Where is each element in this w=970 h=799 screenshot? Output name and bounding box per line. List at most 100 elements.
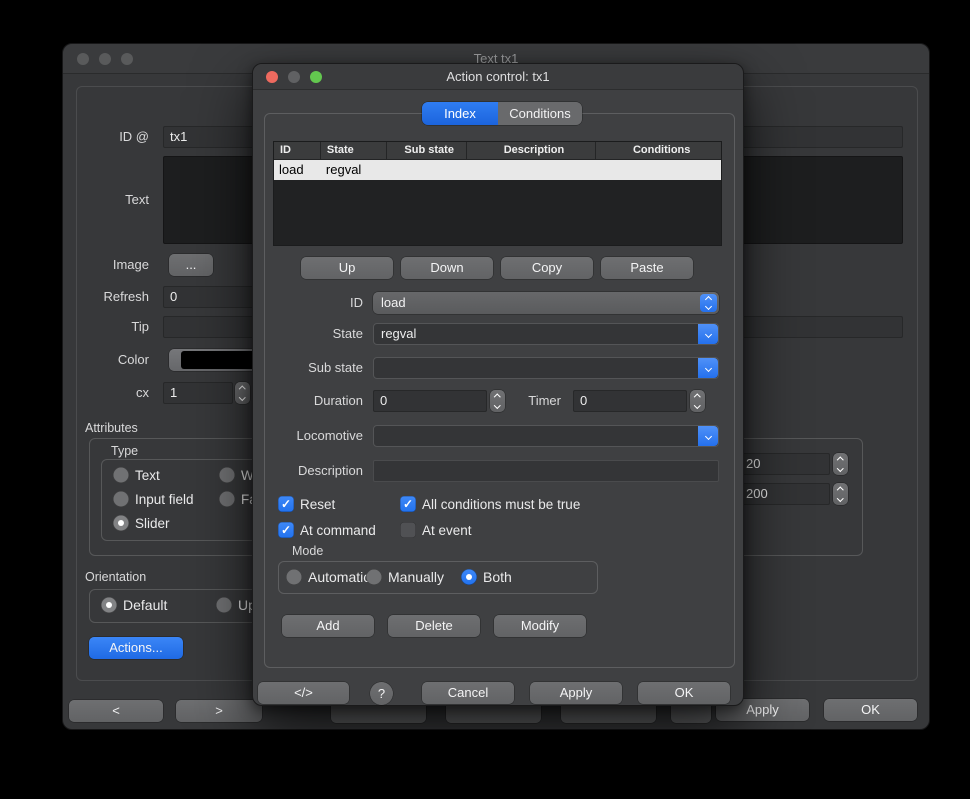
apply-button[interactable]: Apply — [530, 682, 622, 704]
radio-mode-both-label: Both — [483, 569, 512, 586]
radio-type-slider[interactable] — [113, 515, 129, 531]
checkbox-all-conditions-label: All conditions must be true — [422, 496, 580, 513]
checkbox-at-command[interactable]: ✓ — [278, 522, 294, 538]
check-icon: ✓ — [281, 523, 291, 537]
radio-mode-automatic[interactable] — [286, 569, 302, 585]
combo-dropdown-icon[interactable] — [698, 426, 718, 446]
text-label: Text — [63, 189, 149, 211]
orientation-label: Orientation — [85, 568, 146, 586]
stepper-down-icon — [837, 465, 843, 471]
form-locomotive-combobox[interactable] — [373, 425, 719, 447]
cell-id: load — [274, 160, 321, 180]
dialog-title: Action control: tx1 — [253, 66, 743, 88]
column-header-conditions[interactable]: Conditions — [596, 142, 721, 159]
cx-stepper[interactable] — [235, 382, 250, 404]
column-header-state[interactable]: State — [321, 142, 387, 159]
radio-type-slider-label: Slider — [135, 515, 170, 532]
form-sub-state-combobox[interactable] — [373, 357, 719, 379]
form-timer-label: Timer — [481, 390, 561, 412]
image-label: Image — [63, 254, 149, 276]
form-description-label: Description — [253, 460, 363, 482]
image-browse-button[interactable]: ... — [169, 254, 213, 276]
radio-type-w[interactable] — [219, 467, 235, 483]
radio-type-input-field[interactable] — [113, 491, 129, 507]
tab-index[interactable]: Index — [422, 102, 498, 125]
copy-button[interactable]: Copy — [501, 257, 593, 279]
cx-field[interactable]: 1 — [163, 382, 233, 404]
help-button[interactable]: ? — [370, 682, 393, 705]
radio-orientation-up[interactable] — [216, 597, 232, 613]
column-header-description[interactable]: Description — [467, 142, 597, 159]
tab-conditions[interactable]: Conditions — [498, 102, 582, 125]
up-button[interactable]: Up — [301, 257, 393, 279]
cx-label: cx — [63, 382, 149, 404]
down-button[interactable]: Down — [401, 257, 493, 279]
delete-button[interactable]: Delete — [388, 615, 480, 637]
combo-updown-icon[interactable] — [700, 294, 717, 312]
mode-label: Mode — [292, 542, 323, 560]
stepper-up-icon — [837, 487, 843, 493]
actions-button[interactable]: Actions... — [89, 637, 183, 659]
cancel-button[interactable]: Cancel — [422, 682, 514, 704]
radio-type-text[interactable] — [113, 467, 129, 483]
timer-stepper[interactable] — [690, 390, 705, 412]
id-label: ID @ — [63, 126, 149, 148]
chevron-down-icon — [704, 364, 711, 371]
check-icon: ✓ — [281, 497, 291, 511]
column-header-sub-state[interactable]: Sub state — [387, 142, 467, 159]
column-header-id[interactable]: ID — [274, 142, 321, 159]
stepper-up-icon — [694, 394, 700, 400]
cell-conditions — [596, 160, 721, 180]
radio-type-input-field-label: Input field — [135, 491, 194, 508]
form-description-field[interactable] — [373, 460, 719, 482]
radio-mode-automatic-label: Automatic — [308, 569, 370, 586]
form-state-value: regval — [381, 324, 416, 344]
size-field-1[interactable]: 20 — [739, 453, 830, 475]
chevron-down-icon — [705, 303, 712, 310]
combo-dropdown-icon[interactable] — [698, 358, 718, 378]
add-button[interactable]: Add — [282, 615, 374, 637]
action-control-dialog: Action control: tx1 Index Conditions ID … — [252, 63, 744, 706]
nav-prev-button[interactable]: < — [69, 700, 163, 722]
form-locomotive-label: Locomotive — [253, 425, 363, 447]
size-field-2[interactable]: 200 — [739, 483, 830, 505]
modify-button[interactable]: Modify — [494, 615, 586, 637]
form-timer-field[interactable]: 0 — [573, 390, 687, 412]
radio-type-fa[interactable] — [219, 491, 235, 507]
checkbox-at-event[interactable] — [400, 522, 416, 538]
radio-mode-manually-label: Manually — [388, 569, 444, 586]
checkbox-reset-label: Reset — [300, 496, 335, 513]
form-state-combobox[interactable]: regval — [373, 323, 719, 345]
size-field-2-stepper[interactable] — [833, 483, 848, 505]
ok-button[interactable]: OK — [638, 682, 730, 704]
actions-table: ID State Sub state Description Condition… — [273, 141, 722, 246]
chevron-down-icon — [704, 432, 711, 439]
stepper-up-icon — [837, 457, 843, 463]
color-label: Color — [63, 349, 149, 371]
table-header: ID State Sub state Description Condition… — [274, 142, 721, 160]
paste-button[interactable]: Paste — [601, 257, 693, 279]
stepper-down-icon — [694, 402, 700, 408]
form-duration-label: Duration — [253, 390, 363, 412]
form-sub-state-label: Sub state — [253, 357, 363, 379]
radio-mode-manually[interactable] — [366, 569, 382, 585]
radio-orientation-default[interactable] — [101, 597, 117, 613]
checkbox-at-command-label: At command — [300, 522, 376, 539]
radio-mode-both[interactable] — [461, 569, 477, 585]
size-field-1-stepper[interactable] — [833, 453, 848, 475]
combo-dropdown-icon[interactable] — [698, 324, 718, 344]
tab-bar: Index Conditions — [422, 102, 582, 125]
code-button[interactable]: </> — [258, 682, 349, 704]
form-id-value: load — [381, 292, 406, 314]
checkbox-reset[interactable]: ✓ — [278, 496, 294, 512]
form-duration-field[interactable]: 0 — [373, 390, 487, 412]
checkbox-at-event-label: At event — [422, 522, 472, 539]
nav-next-button[interactable]: > — [176, 700, 262, 722]
checkbox-all-conditions[interactable]: ✓ — [400, 496, 416, 512]
table-row[interactable]: load regval — [274, 160, 721, 180]
check-icon: ✓ — [403, 497, 413, 511]
form-id-combobox[interactable]: load — [373, 292, 719, 314]
stepper-down-icon — [239, 394, 245, 400]
cell-state: regval — [321, 160, 387, 180]
ok-button[interactable]: OK — [824, 699, 917, 721]
